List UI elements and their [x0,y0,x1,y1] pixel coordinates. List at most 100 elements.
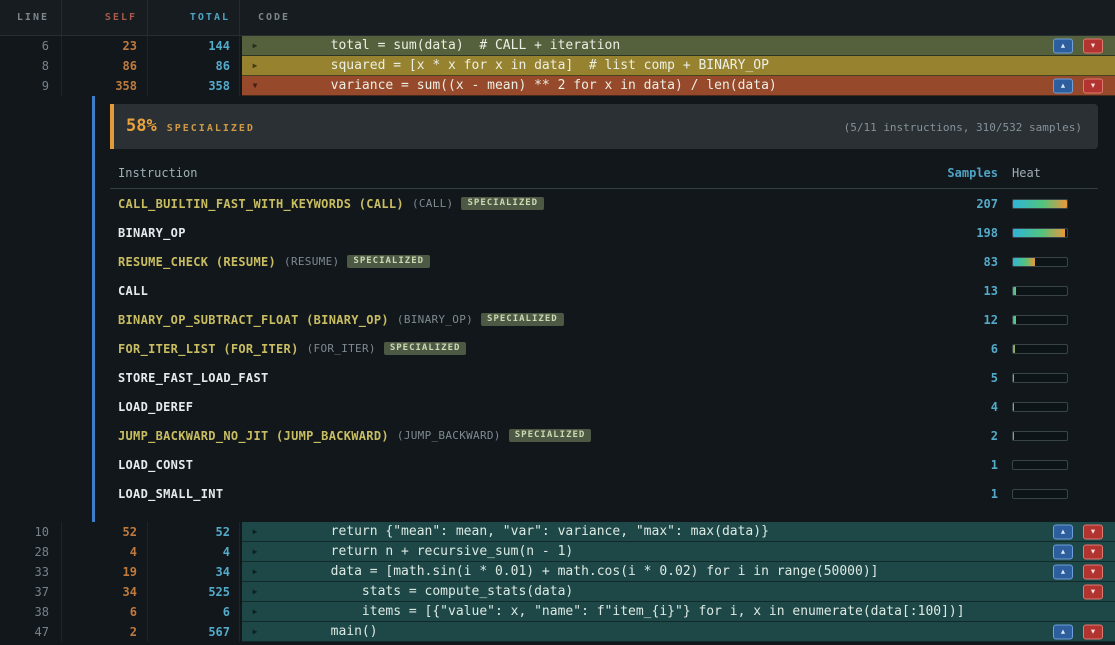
instruction-name: BINARY_OP_SUBTRACT_FLOAT (BINARY_OP) [118,313,389,327]
line-number: 37 [0,582,62,602]
specialized-label: SPECIALIZED [167,123,255,134]
instruction-name-group: BINARY_OP_SUBTRACT_FLOAT (BINARY_OP) (BI… [118,313,908,327]
self-samples: 19 [62,562,148,582]
instruction-row: STORE_FAST_LOAD_FAST 5 [110,363,1098,392]
code-cell[interactable]: ▶ items = [{"value": x, "name": f"item_{… [242,602,1115,622]
expand-arrow-icon[interactable]: ▶ [242,527,268,536]
navigate-up-button[interactable]: ▲ [1053,624,1073,639]
navigate-down-button[interactable]: ▼ [1083,524,1103,539]
instruction-name: LOAD_CONST [118,458,193,472]
code-row-line-47[interactable]: 47 2 567 ▶ main() ▲ ▼ [0,622,1115,642]
instruction-samples: 2 [908,429,998,443]
code-row-line-38[interactable]: 38 6 6 ▶ items = [{"value": x, "name": f… [0,602,1115,622]
code-cell[interactable]: ▶ data = [math.sin(i * 0.01) + math.cos(… [242,562,1115,582]
line-number: 6 [0,36,62,56]
code-text: main() [268,624,378,639]
code-row-line-10[interactable]: 10 52 52 ▶ return {"mean": mean, "var": … [0,522,1115,542]
total-samples: 567 [148,622,240,642]
navigate-up-button[interactable]: ▲ [1053,78,1073,93]
code-text: squared = [x * x for x in data] # list c… [268,58,769,73]
navigate-down-button[interactable]: ▼ [1083,78,1103,93]
code-row-line-28[interactable]: 28 4 4 ▶ return n + recursive_sum(n - 1)… [0,542,1115,562]
expand-arrow-icon[interactable]: ▶ [242,607,268,616]
specialization-summary-bar: 58% SPECIALIZED (5/11 instructions, 310/… [110,104,1098,149]
code-row-line-8[interactable]: 8 86 86 ▶ squared = [x * x for x in data… [0,56,1115,76]
instruction-name-group: JUMP_BACKWARD_NO_JIT (JUMP_BACKWARD) (JU… [118,429,908,443]
instruction-row: LOAD_CONST 1 [110,450,1098,479]
instruction-row: FOR_ITER_LIST (FOR_ITER) (FOR_ITER) SPEC… [110,334,1098,363]
navigate-down-button[interactable]: ▼ [1083,38,1103,53]
navigate-down-button[interactable]: ▼ [1083,564,1103,579]
code-cell[interactable]: ▶ total = sum(data) # CALL + iteration ▲… [242,36,1115,56]
samples-column-header: Samples [908,166,998,180]
instruction-row: BINARY_OP_SUBTRACT_FLOAT (BINARY_OP) (BI… [110,305,1098,334]
code-row-line-6[interactable]: 6 23 144 ▶ total = sum(data) # CALL + it… [0,36,1115,56]
total-samples: 358 [148,76,240,96]
expand-arrow-icon[interactable]: ▶ [242,627,268,636]
navigate-up-button[interactable]: ▲ [1053,544,1073,559]
total-samples: 4 [148,542,240,562]
instruction-samples: 5 [908,371,998,385]
expand-arrow-icon[interactable]: ▶ [242,567,268,576]
code-cell[interactable]: ▶ return {"mean": mean, "var": variance,… [242,522,1115,542]
code-row-line-33[interactable]: 33 19 34 ▶ data = [math.sin(i * 0.01) + … [0,562,1115,582]
heat-bar [1012,228,1068,238]
instruction-row: LOAD_DEREF 4 [110,392,1098,421]
expand-arrow-icon[interactable]: ▶ [242,587,268,596]
total-samples: 52 [148,522,240,542]
heat-bar-fill [1013,258,1035,266]
heat-bar [1012,489,1068,499]
code-text: variance = sum((x - mean) ** 2 for x in … [268,78,777,93]
navigate-down-button[interactable]: ▼ [1083,584,1103,599]
heat-bar [1012,402,1068,412]
heat-bar-fill [1013,345,1015,353]
heat-bar-fill [1013,287,1016,295]
instruction-name-group: STORE_FAST_LOAD_FAST [118,371,908,385]
row-nav-buttons: ▲ ▼ [1053,78,1103,93]
instruction-column-header: Instruction [118,166,908,180]
navigate-up-button[interactable]: ▲ [1053,38,1073,53]
code-row-line-9[interactable]: 9 358 358 ▼ variance = sum((x - mean) **… [0,76,1115,96]
self-samples: 6 [62,602,148,622]
instruction-detail-panel: 58% SPECIALIZED (5/11 instructions, 310/… [0,96,1115,522]
instruction-table-header: Instruction Samples Heat [110,157,1098,189]
code-text: total = sum(data) # CALL + iteration [268,38,620,53]
code-cell[interactable]: ▼ variance = sum((x - mean) ** 2 for x i… [242,76,1115,96]
heat-bar [1012,460,1068,470]
instruction-samples: 83 [908,255,998,269]
self-samples: 23 [62,36,148,56]
navigate-up-button[interactable]: ▲ [1053,524,1073,539]
heat-bar [1012,199,1068,209]
row-nav-buttons: ▲ ▼ [1053,564,1103,579]
instruction-row: RESUME_CHECK (RESUME) (RESUME) SPECIALIZ… [110,247,1098,276]
code-cell[interactable]: ▶ main() ▲ ▼ [242,622,1115,642]
heat-bar-fill [1013,229,1065,237]
code-cell[interactable]: ▶ return n + recursive_sum(n - 1) ▲ ▼ [242,542,1115,562]
instruction-samples: 13 [908,284,998,298]
code-cell[interactable]: ▶ squared = [x * x for x in data] # list… [242,56,1115,76]
instruction-samples: 4 [908,400,998,414]
expand-arrow-icon[interactable]: ▶ [242,41,268,50]
code-text: stats = compute_stats(data) [268,584,573,599]
expand-arrow-icon[interactable]: ▶ [242,547,268,556]
self-samples: 4 [62,542,148,562]
navigate-down-button[interactable]: ▼ [1083,544,1103,559]
instruction-samples: 1 [908,487,998,501]
line-number: 10 [0,522,62,542]
instruction-base-opcode: (JUMP_BACKWARD) [397,429,501,442]
expansion-connector-line [92,96,95,522]
code-row-line-37[interactable]: 37 34 525 ▶ stats = compute_stats(data) … [0,582,1115,602]
self-samples: 52 [62,522,148,542]
total-samples: 86 [148,56,240,76]
column-header-total: TOTAL [148,0,240,35]
heat-bar [1012,286,1068,296]
navigate-down-button[interactable]: ▼ [1083,624,1103,639]
row-nav-buttons: ▼ [1083,584,1103,599]
expand-arrow-icon[interactable]: ▶ [242,61,268,70]
total-samples: 34 [148,562,240,582]
code-cell[interactable]: ▶ stats = compute_stats(data) ▼ [242,582,1115,602]
instruction-samples: 198 [908,226,998,240]
collapse-arrow-icon[interactable]: ▼ [242,81,268,90]
specialized-badge: SPECIALIZED [509,429,592,442]
navigate-up-button[interactable]: ▲ [1053,564,1073,579]
